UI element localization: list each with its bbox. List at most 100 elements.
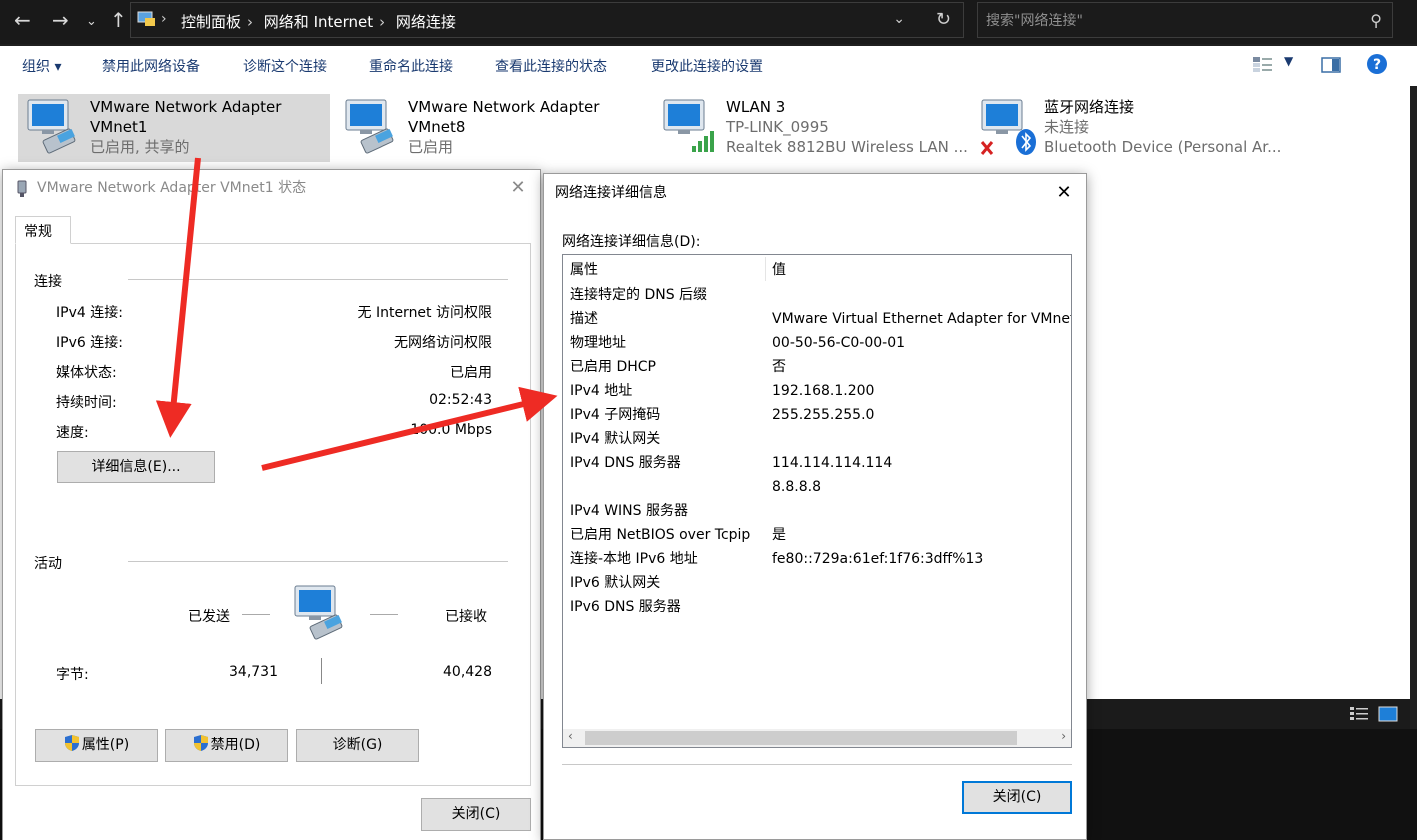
status-dialog-titlebar: VMware Network Adapter VMnet1 状态 ✕	[3, 170, 540, 206]
search-box[interactable]: ⚲	[977, 2, 1393, 38]
breadcrumb-item[interactable]: 控制面板	[181, 13, 241, 31]
search-input[interactable]	[986, 11, 1346, 31]
details-button[interactable]: 详细信息(E)...	[57, 451, 215, 483]
list-item[interactable]: IPv6 DNS 服务器	[563, 595, 1071, 619]
search-icon[interactable]: ⚲	[1370, 11, 1382, 30]
bytes-sent-value: 34,731	[229, 664, 278, 680]
adapter-text: VMware Network Adapter VMnet8 已启用	[408, 97, 599, 157]
column-divider[interactable]	[765, 257, 766, 281]
breadcrumb-item[interactable]: 网络和 Internet	[264, 13, 373, 31]
adapter-text: WLAN 3 TP-LINK_0995 Realtek 8812BU Wirel…	[726, 97, 968, 157]
details-view-icon[interactable]	[1349, 705, 1369, 723]
list-item[interactable]: 物理地址 00-50-56-C0-00-01	[563, 331, 1071, 355]
up-icon[interactable]: ↑	[110, 8, 127, 32]
disable-device-button[interactable]: 禁用此网络设备	[102, 56, 200, 76]
property-name: IPv4 DNS 服务器	[570, 455, 681, 471]
activity-network-icon	[294, 585, 343, 640]
details-list-label: 网络连接详细信息(D):	[562, 234, 701, 250]
scroll-left-icon[interactable]: ‹	[568, 729, 573, 743]
list-item[interactable]: 连接特定的 DNS 后缀	[563, 283, 1071, 307]
property-value: 192.168.1.200	[772, 383, 875, 399]
media-state-label: 媒体状态:	[56, 365, 117, 381]
properties-button[interactable]: 属性(P)	[35, 729, 158, 762]
recent-chevron-icon[interactable]: ⌄	[86, 10, 97, 34]
column-header-property[interactable]: 属性	[570, 259, 598, 279]
property-value: 00-50-56-C0-00-01	[772, 335, 906, 351]
large-icons-view-icon[interactable]	[1378, 705, 1398, 723]
diagnose-button[interactable]: 诊断(G)	[296, 729, 419, 762]
scroll-right-icon[interactable]: ›	[1061, 729, 1066, 743]
list-item[interactable]: IPv4 子网掩码 255.255.255.0	[563, 403, 1071, 427]
status-close-button[interactable]: 关闭(C)	[421, 798, 531, 831]
property-value: 114.114.114.114	[772, 455, 893, 471]
disable-button[interactable]: 禁用(D)	[165, 729, 288, 762]
details-close-button[interactable]: 关闭(C)	[962, 781, 1072, 814]
list-item[interactable]: IPv4 WINS 服务器	[563, 499, 1071, 523]
view-options-icon[interactable]	[1252, 56, 1274, 74]
property-name: 已启用 DHCP	[570, 359, 656, 375]
back-icon[interactable]: ←	[14, 8, 31, 32]
refresh-icon[interactable]: ↻	[936, 9, 951, 30]
connection-group-label: 连接	[34, 274, 62, 290]
adapter-bluetooth[interactable]: 蓝牙网络连接 未连接 Bluetooth Device (Personal Ar…	[972, 94, 1284, 162]
breadcrumb-chevron-icon: ›	[161, 11, 167, 27]
tab-general[interactable]: 常规	[15, 216, 71, 244]
view-status-button[interactable]: 查看此连接的状态	[495, 56, 607, 76]
bytes-label: 字节:	[56, 667, 89, 683]
list-item[interactable]: IPv4 默认网关	[563, 427, 1071, 451]
scrollbar-thumb[interactable]	[585, 731, 1017, 745]
list-item[interactable]: 连接-本地 IPv6 地址 fe80::729a:61ef:1f76:3dff%1…	[563, 547, 1071, 571]
close-icon[interactable]: ✕	[1052, 174, 1076, 212]
property-name: 连接特定的 DNS 后缀	[570, 287, 708, 303]
activity-group-label: 活动	[34, 556, 62, 572]
help-icon[interactable]: ?	[1366, 53, 1388, 75]
adapter-wlan3[interactable]: WLAN 3 TP-LINK_0995 Realtek 8812BU Wirel…	[654, 94, 968, 162]
adapter-vmnet1[interactable]: VMware Network Adapter VMnet1 已启用, 共享的	[18, 94, 330, 162]
address-dropdown-icon[interactable]: ⌄	[893, 11, 905, 27]
list-item[interactable]: IPv4 DNS 服务器 114.114.114.114	[563, 451, 1071, 475]
property-name: IPv4 默认网关	[570, 431, 661, 447]
list-item[interactable]: 描述 VMware Virtual Ethernet Adapter for VM…	[563, 307, 1071, 331]
group-divider	[128, 279, 508, 280]
adapter-name: 蓝牙网络连接	[1044, 98, 1135, 116]
adapter-small-icon	[17, 180, 27, 197]
adapter-vmnet8[interactable]: VMware Network Adapter VMnet8 已启用	[336, 94, 648, 162]
list-item[interactable]: IPv6 默认网关	[563, 571, 1071, 595]
property-name: 物理地址	[570, 335, 626, 351]
forward-icon[interactable]: →	[52, 8, 69, 32]
sent-label: 已发送	[188, 609, 230, 625]
received-dash	[370, 614, 398, 615]
details-list[interactable]: 属性 值 连接特定的 DNS 后缀 描述 VMware Virtual Ether…	[562, 254, 1072, 748]
status-dialog: VMware Network Adapter VMnet1 状态 ✕ 常规 连接…	[2, 169, 541, 840]
list-item[interactable]: 已启用 DHCP 否	[563, 355, 1071, 379]
organize-menu[interactable]: 组织 ▾	[22, 56, 61, 76]
bytes-divider	[321, 658, 322, 684]
rename-connection-button[interactable]: 重命名此连接	[369, 56, 453, 76]
properties-button-label: 属性(P)	[81, 737, 130, 753]
details-dialog: 网络连接详细信息 ✕ 网络连接详细信息(D): 属性 值 连接特定的 DNS 后…	[543, 173, 1087, 840]
list-item[interactable]: IPv4 地址 192.168.1.200	[563, 379, 1071, 403]
change-settings-button[interactable]: 更改此连接的设置	[651, 56, 763, 76]
uac-shield-icon	[64, 735, 79, 751]
adapter-name-line2: VMnet8	[408, 118, 466, 136]
breadcrumb-item[interactable]: 网络连接	[396, 13, 456, 31]
received-label: 已接收	[445, 609, 487, 625]
horizontal-scrollbar[interactable]: ‹ ›	[563, 729, 1071, 747]
adapter-status: 已启用	[408, 138, 454, 156]
list-item[interactable]: 已启用 NetBIOS over Tcpip 是	[563, 523, 1071, 547]
adapter-status: 未连接	[1044, 118, 1090, 136]
breadcrumb-separator-icon: ›	[247, 13, 254, 31]
address-box[interactable]: › 控制面板 › 网络和 Internet › 网络连接 ⌄ ↻	[130, 2, 964, 38]
ipv6-connectivity-value: 无网络访问权限	[394, 335, 492, 351]
disable-button-label: 禁用(D)	[210, 737, 261, 753]
column-header-value[interactable]: 值	[772, 259, 786, 279]
diagnose-connection-button[interactable]: 诊断这个连接	[243, 56, 327, 76]
property-value: 8.8.8.8	[772, 479, 821, 495]
view-dropdown-icon[interactable]: ▼	[1284, 54, 1293, 68]
property-name: IPv6 默认网关	[570, 575, 661, 591]
preview-pane-icon[interactable]	[1321, 57, 1341, 73]
close-icon[interactable]: ✕	[506, 170, 530, 206]
adapter-status: 已启用, 共享的	[90, 138, 190, 156]
wifi-adapter-icon	[663, 99, 714, 152]
list-item[interactable]: 8.8.8.8	[563, 475, 1071, 499]
